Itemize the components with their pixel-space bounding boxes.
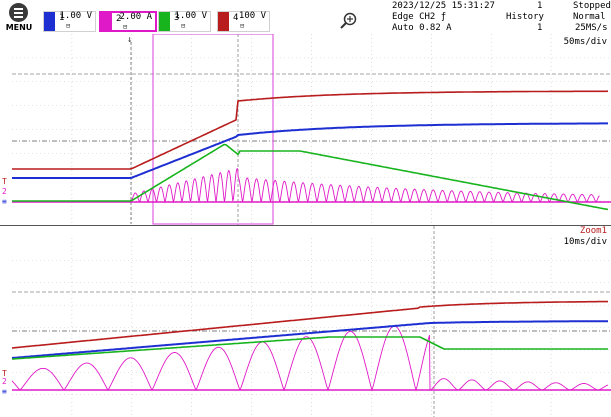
channel-1-button[interactable]: 1 1.00 V ⊟ [43,11,96,32]
zoom-title: Zoom1 [579,226,607,236]
channel-3-color-tag [159,12,170,31]
channel-1-scale: 1.00 V [59,11,92,21]
channel-3-button[interactable]: 3 1.00 V ⊟ [158,11,211,32]
channel-2-trace [12,168,600,204]
zoom-timebase: 10ms/div [563,237,607,247]
channel-2-marker: 2 [2,187,7,196]
channel-2-button[interactable]: 2 2.00 A ⊟ [99,11,157,32]
channel-2-color-tag [101,13,112,32]
main-waveform-canvas: ↓ T2≡ [2,34,611,225]
main-waveform-plot[interactable]: ↓ T 2 ≡ 50ms/div [0,34,611,225]
history-value: 1 [537,23,543,33]
channel-4-color-tag [218,12,229,31]
acquisition-mode[interactable]: Normal [573,12,606,23]
ground-marker: ≡ [2,387,7,396]
dc-coupling-icon: ⊟ [240,22,245,30]
history-label[interactable]: History [506,12,544,23]
channel-1-color-tag [44,12,55,31]
channel-3-trace [11,336,608,360]
channel-2-trace [11,325,609,392]
run-state[interactable]: Stopped [573,1,611,12]
channel-4-trace [11,300,608,349]
menu-label: MENU [5,23,33,32]
trigger-type[interactable]: Edge CH2 ƒ [392,12,446,23]
trigger-marker-icon: ↓ [127,35,132,45]
trigger-mode[interactable]: Auto 0.82 A [392,23,452,34]
zoom-window-box [152,34,274,225]
datetime: 2023/12/25 15:31:27 [392,1,495,11]
zoom-search-icon[interactable] [339,11,359,31]
menu-icon [9,3,28,22]
channel-4-number: 4 [233,13,239,23]
dc-coupling-icon: ⊟ [123,23,128,31]
channel-4-marker: T [2,177,7,186]
dc-coupling-icon: ⊟ [66,22,71,30]
channel-2-marker: 2 [2,377,7,386]
channel-4-button[interactable]: 4 100 V ⊟ [217,11,270,32]
ground-marker: ≡ [2,197,7,206]
channel-2-scale: 2.00 A [119,12,152,22]
channel-4-scale: 100 V [238,11,266,21]
top-bar: MENU 1 1.00 V ⊟ 2 2.00 A ⊟ 3 1.00 V ⊟ 4 … [0,0,611,34]
dc-coupling-icon: ⊟ [181,22,186,30]
zoom-waveform-plot[interactable]: T 2 ≡ Zoom1 10ms/div [0,226,611,417]
menu-button[interactable]: MENU [2,1,34,33]
channel-1-trace [12,122,608,179]
sample-rate: 25MS/s [575,23,608,33]
channel-3-scale: 1.00 V [174,11,207,21]
zoom-waveform-canvas: T2≡ [2,226,611,417]
acquisition-count: 1 [537,1,543,11]
main-timebase: 50ms/div [563,37,607,47]
